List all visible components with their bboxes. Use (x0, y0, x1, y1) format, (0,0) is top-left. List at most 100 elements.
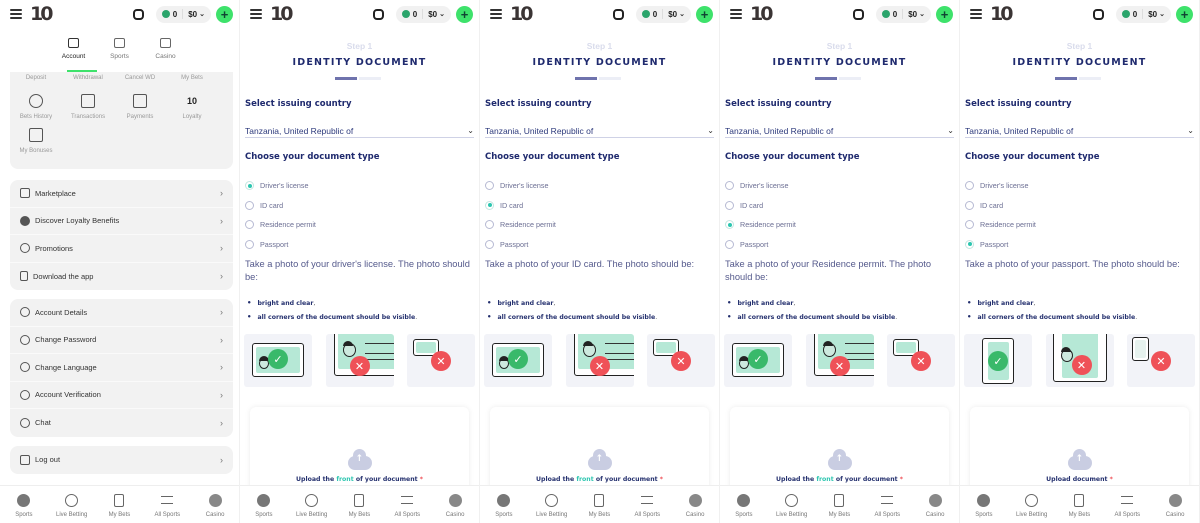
hamburger-menu-icon[interactable] (10, 9, 22, 19)
bottom-nav-sports[interactable]: Sports (481, 493, 527, 518)
bottom-nav-my-bets[interactable]: My Bets (1056, 493, 1102, 518)
menu-change-password[interactable]: Change Password › (10, 327, 233, 354)
bottom-nav-casino[interactable]: Casino (912, 493, 958, 518)
balance-pill[interactable]: 0 $0 ⌄ (875, 5, 931, 23)
radio-passport[interactable]: Passport (485, 235, 556, 255)
bottom-nav-my-bets[interactable]: My Bets (576, 493, 622, 518)
radio-button[interactable] (965, 181, 974, 191)
balance-pill[interactable]: 0 $0 ⌄ (1115, 5, 1171, 23)
hamburger-menu-icon[interactable] (970, 9, 982, 19)
country-select[interactable]: Tanzania, United Republic of ⌄ (965, 124, 1194, 138)
radio-id-card[interactable]: ID card (245, 196, 316, 216)
deposit-plus-button[interactable]: + (216, 5, 233, 23)
menu-loyalty-benefits[interactable]: Discover Loyalty Benefits › (10, 208, 233, 235)
radio-drivers-license[interactable]: Driver's license (485, 176, 556, 196)
betslip-bag-icon[interactable] (1092, 8, 1104, 20)
radio-drivers-license[interactable]: Driver's license (725, 176, 796, 196)
quick-loyalty[interactable]: 10 Loyalty (166, 94, 218, 120)
bottom-nav-all-sports[interactable]: All Sports (384, 494, 430, 518)
bottom-nav-live-betting[interactable]: Live Betting (529, 493, 575, 518)
radio-button[interactable] (725, 181, 734, 191)
betslip-bag-icon[interactable] (372, 8, 384, 20)
radio-button[interactable] (965, 239, 974, 249)
bottom-nav-my-bets[interactable]: My Bets (96, 493, 142, 518)
deposit-plus-button[interactable]: + (696, 5, 713, 23)
radio-id-card[interactable]: ID card (965, 196, 1036, 216)
radio-button[interactable] (725, 239, 734, 249)
brand-logo[interactable]: 10 (270, 4, 294, 24)
deposit-plus-button[interactable]: + (1176, 5, 1193, 23)
betslip-bag-icon[interactable] (132, 8, 144, 20)
deposit-plus-button[interactable]: + (456, 5, 473, 23)
hamburger-menu-icon[interactable] (250, 9, 262, 19)
bottom-nav-all-sports[interactable]: All Sports (864, 494, 910, 518)
radio-passport[interactable]: Passport (245, 235, 316, 255)
quick-withdrawal[interactable]: Withdrawal (62, 75, 114, 81)
bottom-nav-live-betting[interactable]: Live Betting (1009, 493, 1055, 518)
menu-account-verification[interactable]: Account Verification › (10, 382, 233, 409)
country-select[interactable]: Tanzania, United Republic of ⌄ (485, 124, 714, 138)
brand-logo[interactable]: 10 (30, 4, 54, 24)
country-select[interactable]: Tanzania, United Republic of ⌄ (245, 124, 474, 138)
radio-button[interactable] (245, 220, 254, 230)
radio-button[interactable] (485, 181, 494, 191)
bottom-nav-all-sports[interactable]: All Sports (144, 494, 190, 518)
radio-button[interactable] (485, 239, 494, 249)
bottom-nav-live-betting[interactable]: Live Betting (769, 493, 815, 518)
brand-logo[interactable]: 10 (750, 4, 774, 24)
menu-download-app[interactable]: Download the app › (10, 263, 233, 291)
betslip-bag-icon[interactable] (852, 8, 864, 20)
radio-residence-permit[interactable]: Residence permit (245, 215, 316, 235)
menu-change-language[interactable]: Change Language › (10, 354, 233, 382)
radio-button[interactable] (245, 200, 254, 210)
radio-button[interactable] (485, 200, 494, 210)
bottom-nav-sports[interactable]: Sports (961, 493, 1007, 518)
radio-id-card[interactable]: ID card (725, 196, 796, 216)
bottom-nav-live-betting[interactable]: Live Betting (49, 493, 95, 518)
bottom-nav-sports[interactable]: Sports (1, 493, 47, 518)
bottom-nav-my-bets[interactable]: My Bets (336, 493, 382, 518)
hamburger-menu-icon[interactable] (730, 9, 742, 19)
balance-pill[interactable]: 0 $0 ⌄ (395, 5, 451, 23)
brand-logo[interactable]: 10 (510, 4, 534, 24)
tab-casino[interactable]: Casino (146, 38, 186, 60)
menu-account-details[interactable]: Account Details › (10, 299, 233, 327)
balance-pill[interactable]: 0 $0 ⌄ (635, 5, 691, 23)
bottom-nav-casino[interactable]: Casino (192, 493, 238, 518)
brand-logo[interactable]: 10 (990, 4, 1014, 24)
bottom-nav-live-betting[interactable]: Live Betting (289, 493, 335, 518)
radio-button[interactable] (965, 220, 974, 230)
quick-cancel-wd[interactable]: Cancel WD (114, 75, 166, 81)
radio-button[interactable] (725, 220, 734, 230)
menu-promotions[interactable]: Promotions › (10, 235, 233, 263)
quick-payments[interactable]: Payments (114, 94, 166, 120)
deposit-plus-button[interactable]: + (936, 5, 953, 23)
tab-sports[interactable]: Sports (100, 38, 140, 60)
radio-button[interactable] (245, 181, 254, 191)
bottom-nav-my-bets[interactable]: My Bets (816, 493, 862, 518)
radio-residence-permit[interactable]: Residence permit (725, 215, 796, 235)
quick-deposit[interactable]: Deposit (10, 75, 62, 81)
radio-passport[interactable]: Passport (725, 235, 796, 255)
quick-transactions[interactable]: Transactions (62, 94, 114, 120)
country-select[interactable]: Tanzania, United Republic of ⌄ (725, 124, 954, 138)
bottom-nav-sports[interactable]: Sports (241, 493, 287, 518)
logout-button[interactable]: Log out › (10, 446, 233, 474)
hamburger-menu-icon[interactable] (490, 9, 502, 19)
tab-account[interactable]: Account (54, 38, 94, 60)
bottom-nav-sports[interactable]: Sports (721, 493, 767, 518)
bottom-nav-all-sports[interactable]: All Sports (624, 494, 670, 518)
radio-drivers-license[interactable]: Driver's license (245, 176, 316, 196)
radio-button[interactable] (245, 239, 254, 249)
radio-button[interactable] (725, 200, 734, 210)
radio-residence-permit[interactable]: Residence permit (965, 215, 1036, 235)
radio-id-card[interactable]: ID card (485, 196, 556, 216)
betslip-bag-icon[interactable] (612, 8, 624, 20)
radio-residence-permit[interactable]: Residence permit (485, 215, 556, 235)
bottom-nav-casino[interactable]: Casino (1152, 493, 1198, 518)
quick-bets-history[interactable]: Bets History (10, 94, 62, 120)
quick-my-bonuses[interactable]: My Bonuses (10, 128, 62, 154)
radio-passport[interactable]: Passport (965, 235, 1036, 255)
bottom-nav-casino[interactable]: Casino (672, 493, 718, 518)
quick-my-bets[interactable]: My Bets (166, 75, 218, 81)
